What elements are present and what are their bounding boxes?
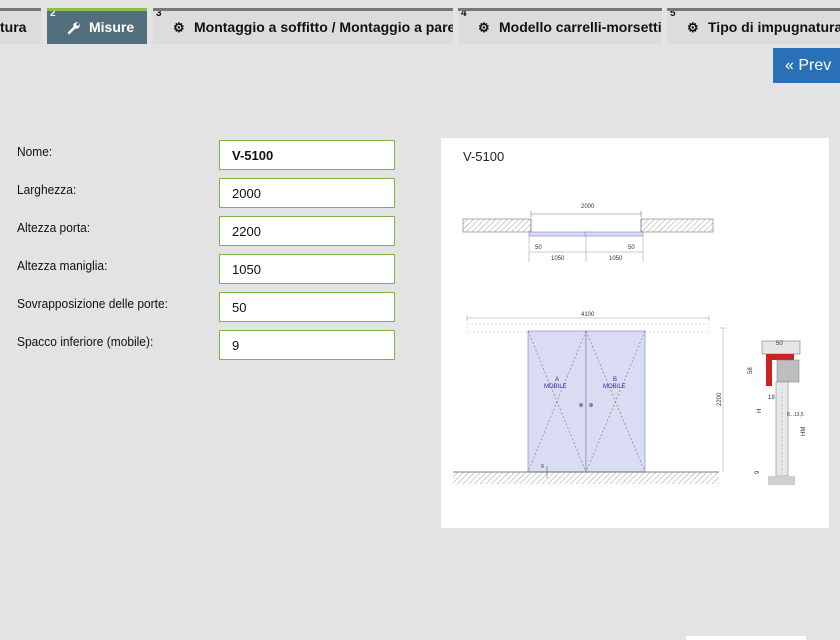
gear-icon: ⚙ — [173, 20, 185, 35]
half-left-label: 1050 — [551, 256, 565, 262]
tab-impugnatura[interactable]: 5 ⚙ Tipo di impugnatura — [667, 8, 840, 44]
overlap-right-label: 50 — [628, 245, 635, 251]
overlap-left-label: 50 — [535, 245, 542, 251]
gear-icon: ⚙ — [687, 20, 699, 35]
tab-label: tura — [0, 19, 27, 35]
altezza-porta-input[interactable] — [219, 216, 395, 246]
prev-button[interactable]: « Prev — [773, 48, 840, 83]
leaf-b-sub-label: MOBILE — [603, 384, 626, 390]
form-row-altezza-porta: Altezza porta: — [0, 216, 420, 246]
tab-number: 3 — [156, 8, 162, 19]
height-label: 2200 — [717, 392, 723, 406]
gear-icon: ⚙ — [478, 20, 490, 35]
tab-misure[interactable]: 2 Misure — [47, 8, 147, 44]
form-row-spacco-inferiore: Spacco inferiore (mobile): — [0, 330, 420, 360]
field-label: Larghezza: — [17, 182, 77, 197]
tab-tura[interactable]: tura — [0, 8, 41, 44]
altezza-maniglia-input[interactable] — [219, 254, 395, 284]
door-technical-drawing: 2000 50 50 1050 1050 4100 A MOBILE B MOB… — [453, 204, 807, 485]
tab-label: Misure — [89, 19, 135, 35]
field-label: Spacco inferiore (mobile): — [17, 334, 154, 349]
wrench-icon — [67, 11, 81, 44]
spacco-inferiore-input[interactable] — [219, 330, 395, 360]
section-detail: 50 58 19 H 8...13,5 HM 9 — [748, 340, 807, 485]
front-width-label: 4100 — [581, 312, 595, 318]
tab-label: Tipo di impugnatura — [708, 19, 840, 35]
front-view: 4100 A MOBILE B MOBILE 2200 9 — [453, 312, 726, 484]
section-bottom-label: 9 — [755, 470, 761, 474]
form-row-larghezza: Larghezza: — [0, 178, 420, 208]
tab-number: 2 — [50, 8, 56, 19]
leaf-a-label: A — [555, 377, 559, 383]
tab-label: Montaggio a soffitto / Montaggio a paret… — [194, 19, 453, 35]
step-tabs: tura 2 Misure 3 ⚙ Montaggio a soffitto /… — [0, 0, 840, 44]
field-label: Altezza maniglia: — [17, 258, 108, 273]
tab-montaggio[interactable]: 3 ⚙ Montaggio a soffitto / Montaggio a p… — [153, 8, 453, 44]
bottom-edge-element — [686, 636, 806, 640]
top-view: 2000 50 50 1050 1050 — [462, 204, 714, 262]
tab-number: 4 — [461, 8, 467, 19]
section-top-label: 50 — [776, 341, 783, 347]
hm-label: HM — [801, 427, 807, 436]
h-label: H — [757, 409, 763, 413]
field-label: Nome: — [17, 144, 53, 159]
gap-label: 9 — [541, 464, 544, 470]
sovrapposizione-input[interactable] — [219, 292, 395, 322]
rail-height-label: 58 — [748, 367, 754, 374]
field-label: Sovrapposizione delle porte: — [17, 296, 168, 311]
door-diagram-panel: V-5100 2000 50 50 1050 1050 4100 A MOBIL… — [441, 138, 829, 528]
half-right-label: 1050 — [609, 256, 623, 262]
form-row-altezza-maniglia: Altezza maniglia: — [0, 254, 420, 284]
larghezza-input[interactable] — [219, 178, 395, 208]
top-width-label: 2000 — [581, 204, 595, 210]
field-label: Altezza porta: — [17, 220, 91, 235]
leaf-a-sub-label: MOBILE — [544, 384, 567, 390]
tab-label: Modello carrelli-morsetti — [499, 19, 662, 35]
offset-label: 19 — [768, 395, 775, 401]
handle-range-label: 8...13,5 — [787, 412, 804, 418]
nome-input[interactable] — [219, 140, 395, 170]
leaf-b-label: B — [613, 377, 617, 383]
tab-modello-carrelli[interactable]: 4 ⚙ Modello carrelli-morsetti — [458, 8, 662, 44]
form-row-sovrapposizione: Sovrapposizione delle porte: — [0, 292, 420, 322]
tab-number: 5 — [670, 8, 676, 19]
form-row-nome: Nome: — [0, 140, 420, 170]
